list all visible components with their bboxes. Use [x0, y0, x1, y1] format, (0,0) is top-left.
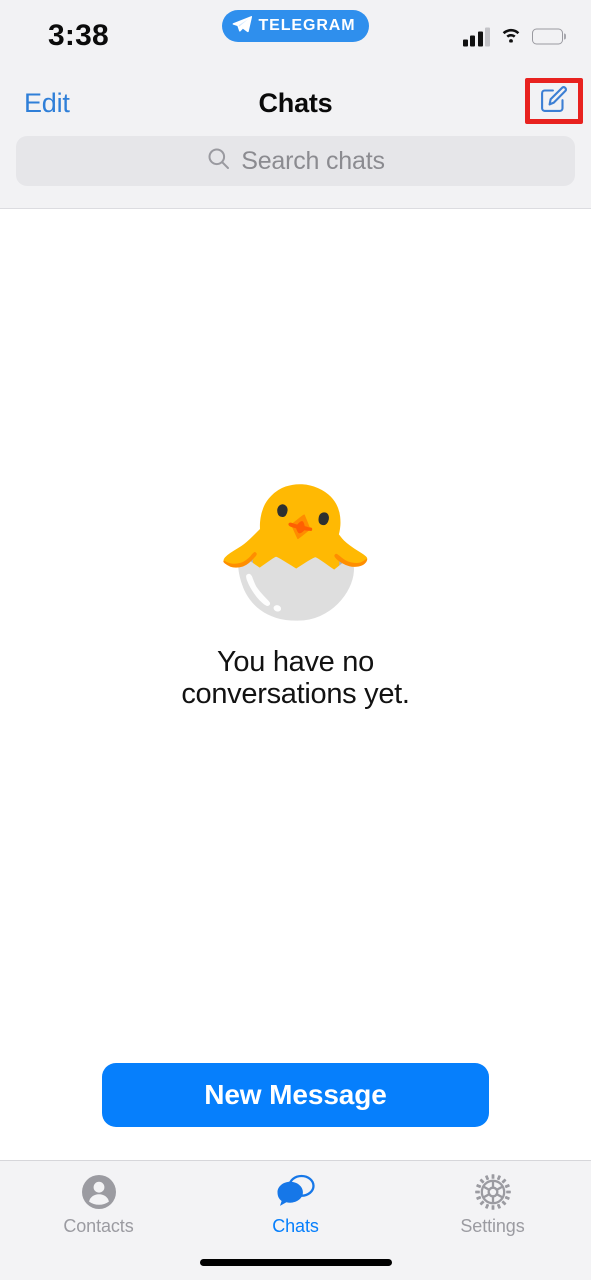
compose-new-message-button[interactable] — [525, 78, 583, 124]
tab-contacts[interactable]: Contacts — [0, 1161, 197, 1280]
tab-bar: Contacts Chats Settings — [0, 1160, 591, 1280]
navigation-bar-row: Edit Chats — [0, 72, 591, 134]
telegram-app-badge[interactable]: TELEGRAM — [221, 10, 370, 42]
compose-pencil-square-icon — [537, 82, 571, 121]
status-bar-indicators — [462, 25, 563, 48]
battery-icon — [532, 28, 563, 44]
telegram-app-badge-label: TELEGRAM — [258, 17, 356, 34]
telegram-chats-screen: 3:38 TELEGRAM Edit Chats Search chats 🐣 … — [0, 0, 591, 1280]
tab-chats-label: Chats — [272, 1216, 319, 1236]
cellular-signal-icon — [462, 26, 490, 46]
empty-state-block: 🐣 You have no conversations yet. — [0, 474, 591, 711]
tab-contacts-label: Contacts — [63, 1216, 134, 1236]
hatching-chick-emoji: 🐣 — [213, 476, 378, 623]
tab-settings[interactable]: Settings — [394, 1161, 591, 1280]
wifi-icon — [499, 25, 523, 48]
status-bar: 3:38 TELEGRAM — [0, 0, 591, 72]
chat-list-empty-state: 🐣 You have no conversations yet. New Mes… — [0, 209, 591, 1160]
page-title: Chats — [258, 87, 333, 118]
empty-state-message: You have no conversations yet. — [181, 646, 410, 711]
new-message-button[interactable]: New Message — [102, 1063, 489, 1127]
settings-gear-icon — [473, 1172, 513, 1212]
status-bar-time: 3:38 — [48, 19, 109, 52]
search-area: Search chats — [0, 136, 591, 186]
contacts-person-icon — [79, 1172, 119, 1212]
navigation-bar: Edit Chats Search chats — [0, 72, 591, 209]
empty-state-message-line1: You have no — [217, 646, 374, 678]
search-icon — [206, 146, 231, 176]
paper-plane-icon — [232, 15, 252, 38]
edit-button[interactable]: Edit — [24, 88, 70, 119]
home-indicator-bar[interactable] — [199, 1259, 392, 1266]
search-input[interactable]: Search chats — [16, 136, 575, 186]
tab-settings-label: Settings — [460, 1216, 525, 1236]
chats-bubbles-icon — [275, 1172, 317, 1212]
search-input-placeholder: Search chats — [241, 146, 385, 175]
empty-state-message-line2: conversations yet. — [181, 678, 410, 711]
